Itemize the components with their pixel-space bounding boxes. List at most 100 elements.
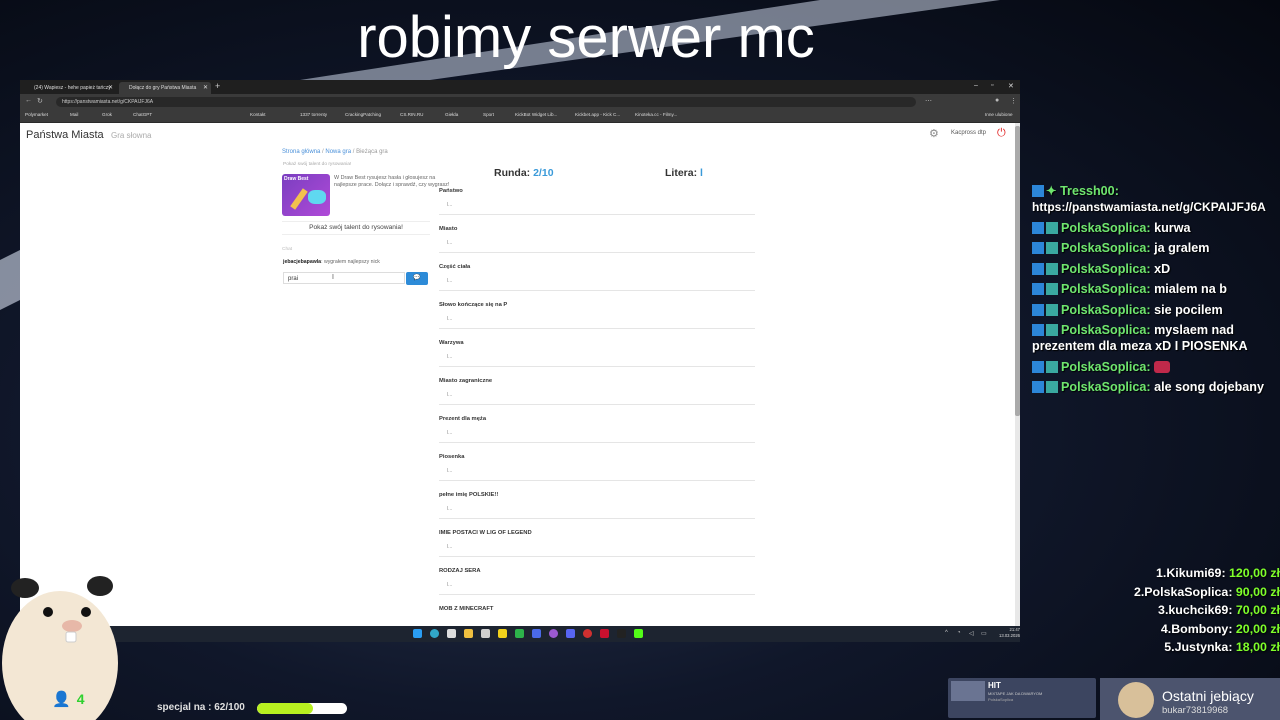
reload-icon[interactable]: ↻ bbox=[37, 97, 43, 105]
app-icon[interactable] bbox=[600, 629, 609, 638]
chat-text: wygrałem najlepszy nick bbox=[323, 259, 380, 265]
volume-icon[interactable]: ◁ bbox=[969, 630, 974, 637]
bookmark[interactable]: Giełda bbox=[445, 112, 458, 117]
draw-promo-heading: Pokaż swój talent do rysowania! bbox=[283, 162, 352, 167]
answer-input[interactable] bbox=[439, 426, 755, 443]
now-playing-widget: HIT MIXTAPE JAK DA DWARYOM PolskaSoplica bbox=[948, 678, 1096, 718]
answer-input[interactable] bbox=[439, 198, 755, 215]
breadcrumb-home[interactable]: Strona główna bbox=[282, 149, 320, 155]
profile-icon[interactable]: ● bbox=[995, 97, 999, 104]
app-icon[interactable] bbox=[617, 629, 626, 638]
chat-separator: : bbox=[1146, 220, 1155, 235]
menu-icon[interactable]: ⋮ bbox=[1010, 97, 1017, 105]
leaderboard-rank: 2. bbox=[1133, 584, 1145, 599]
answer-value: l... bbox=[447, 202, 453, 208]
leaderboard-amount: 18,00 zł bbox=[1235, 640, 1280, 654]
answer-input[interactable] bbox=[439, 350, 755, 367]
extensions-icon[interactable]: ⋯ bbox=[925, 97, 932, 105]
answer-input[interactable] bbox=[439, 502, 755, 519]
kick-icon[interactable] bbox=[634, 629, 643, 638]
leaderboard-rank: 3. bbox=[1158, 603, 1169, 617]
answer-input[interactable] bbox=[439, 616, 755, 626]
power-icon[interactable]: ⏻ bbox=[997, 127, 1006, 140]
tray-arrow-icon[interactable]: ^ bbox=[945, 630, 948, 636]
leaderboard-rank: 5. bbox=[1164, 640, 1175, 654]
bookmark[interactable]: Inne ulubione bbox=[985, 112, 1013, 117]
answer-input[interactable] bbox=[439, 312, 755, 329]
bookmark[interactable]: Mail bbox=[70, 112, 78, 117]
close-tab-icon[interactable]: ✕ bbox=[108, 82, 113, 94]
browser-tab-panstwa-miasta[interactable]: Dołącz do gry Państwa Miasta ✕ bbox=[119, 82, 211, 94]
settings-icon[interactable] bbox=[481, 629, 490, 638]
leaderboard-name: kuchcik69 bbox=[1168, 603, 1229, 617]
app-icon[interactable] bbox=[532, 629, 541, 638]
bookmark[interactable]: Kontakt bbox=[250, 112, 266, 117]
back-icon[interactable]: ← bbox=[25, 97, 32, 104]
start-icon[interactable] bbox=[413, 629, 422, 638]
browser-tab-youtube[interactable]: (24) Wapiesz - hehe papież tańczy ✕ bbox=[24, 82, 116, 94]
answer-value: l... bbox=[447, 392, 453, 398]
app-icon[interactable] bbox=[447, 629, 456, 638]
chat-username: PolskaSoplica bbox=[1061, 220, 1147, 235]
address-bar[interactable]: https://panstwamiasta.net/g/CKPAIJFJ6A bbox=[56, 97, 916, 107]
leaderboard-row: 5.Justynka: 18,00 zł bbox=[1164, 640, 1280, 654]
bookmark[interactable]: ChatGPT bbox=[133, 112, 152, 117]
browser-edge-icon[interactable] bbox=[430, 629, 439, 638]
chrome-icon[interactable] bbox=[583, 629, 592, 638]
goal-progress-fill bbox=[257, 703, 313, 714]
round-label: Runda: bbox=[494, 167, 531, 179]
maximize-icon[interactable]: ▫ bbox=[991, 82, 993, 89]
app-icon[interactable] bbox=[498, 629, 507, 638]
answer-input[interactable] bbox=[439, 274, 755, 291]
user-name[interactable]: Kacpross dtp bbox=[951, 130, 986, 136]
leaderboard-row: 3.kuchcik69: 70,00 zł bbox=[1158, 603, 1280, 617]
close-tab-icon[interactable]: ✕ bbox=[203, 82, 208, 94]
chat-text: ja gralem bbox=[1154, 241, 1210, 255]
breadcrumb-new-game[interactable]: Nowa gra bbox=[325, 149, 351, 155]
answer-input[interactable] bbox=[439, 464, 755, 481]
discord-icon[interactable] bbox=[566, 629, 575, 638]
chat-username: PolskaSoplica bbox=[1061, 302, 1147, 317]
gear-icon[interactable]: ⚙ bbox=[929, 127, 939, 140]
answer-input[interactable] bbox=[439, 236, 755, 253]
chat-line: PolskaSoplica: mialem na b bbox=[1032, 281, 1280, 297]
answer-field: Część ciała l... bbox=[439, 264, 755, 302]
app-icon[interactable] bbox=[549, 629, 558, 638]
chat-input[interactable]: prai bbox=[283, 272, 405, 284]
bookmark[interactable]: CS.RIN.RU bbox=[400, 112, 423, 117]
chat-username: PolskaSoplica bbox=[1061, 380, 1147, 394]
close-window-icon[interactable]: ✕ bbox=[1008, 82, 1014, 90]
bookmark[interactable]: Kickbet.app - Kick C... bbox=[575, 112, 620, 117]
chat-separator: : bbox=[1146, 302, 1155, 317]
badge-icon bbox=[1046, 303, 1058, 316]
new-tab-icon[interactable]: + bbox=[215, 81, 220, 91]
bookmark[interactable]: KickBot Widget Lib... bbox=[515, 112, 557, 117]
bookmark[interactable]: Grok bbox=[102, 112, 112, 117]
taskbar-clock[interactable]: 21:47 13.03.2026 bbox=[998, 627, 1020, 638]
answer-input[interactable] bbox=[439, 540, 755, 557]
minimize-icon[interactable]: – bbox=[974, 82, 978, 89]
bookmark[interactable]: Kinoteka.cc - Filmy... bbox=[635, 112, 677, 117]
draw-best-image[interactable]: Draw Best bbox=[282, 174, 330, 216]
bookmark[interactable]: CrackingPatching bbox=[345, 112, 381, 117]
draw-promo-button[interactable]: Pokaż swój talent do rysowania! bbox=[282, 221, 430, 235]
bookmark[interactable]: 1337 torrenty bbox=[300, 112, 327, 117]
bookmark[interactable]: Sport bbox=[483, 112, 494, 117]
answer-input[interactable] bbox=[439, 388, 755, 405]
answer-field: Miasto zagraniczne l... bbox=[439, 378, 755, 416]
field-label: Część ciała bbox=[439, 264, 471, 270]
app-icon[interactable] bbox=[515, 629, 524, 638]
badge-icon bbox=[1032, 324, 1044, 336]
chat-line: PolskaSoplica: sie pocilem bbox=[1032, 302, 1280, 318]
chat-text: xD bbox=[1154, 261, 1171, 276]
network-icon[interactable]: ◔ bbox=[957, 630, 961, 636]
battery-icon[interactable]: ▭ bbox=[981, 630, 987, 637]
site-title[interactable]: Państwa Miasta bbox=[26, 129, 104, 141]
chat-separator: : bbox=[1114, 184, 1119, 198]
badge-icon bbox=[1032, 283, 1044, 295]
file-explorer-icon[interactable] bbox=[464, 629, 473, 638]
answer-input[interactable] bbox=[439, 578, 755, 595]
scrollbar-thumb[interactable] bbox=[1015, 126, 1020, 416]
send-button[interactable]: 💬 bbox=[406, 272, 428, 285]
bookmark[interactable]: Polymarket bbox=[25, 112, 48, 117]
